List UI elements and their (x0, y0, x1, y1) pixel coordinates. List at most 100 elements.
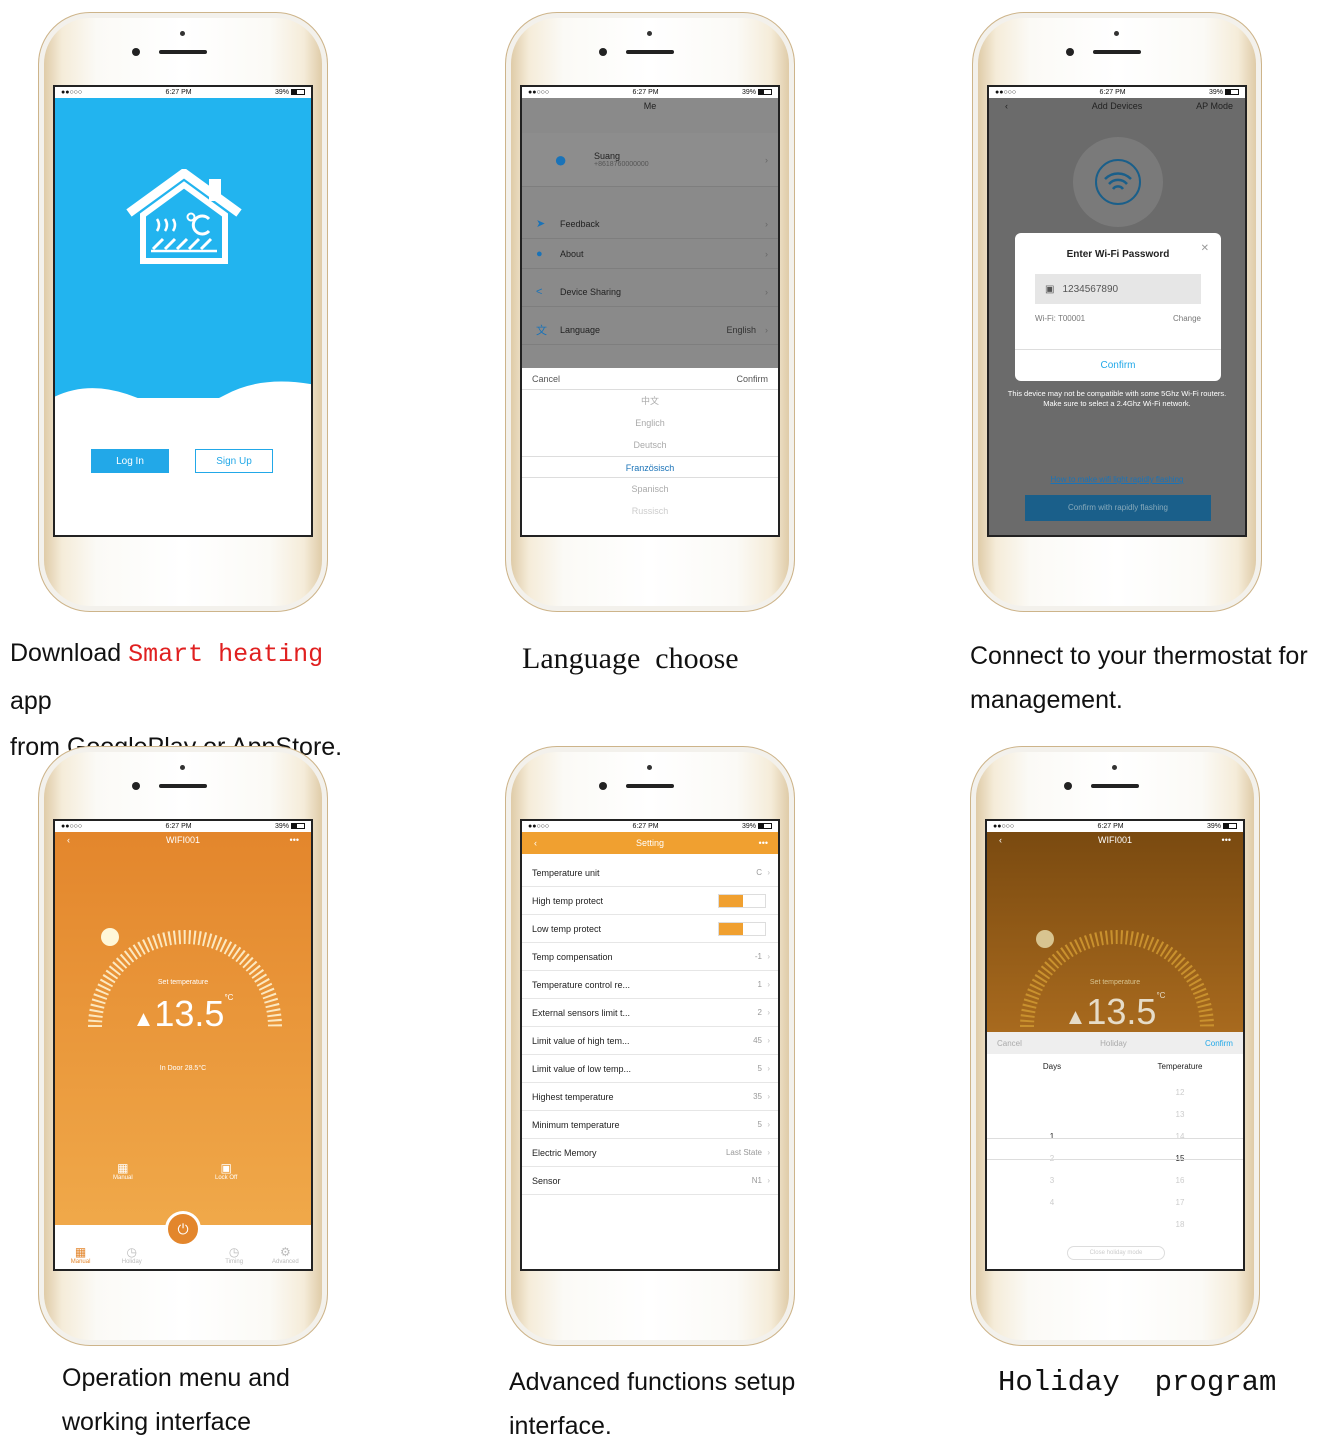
setting-row[interactable]: Limit value of high tem... 45 › (522, 1027, 778, 1055)
cancel-button[interactable]: Cancel (997, 1039, 1022, 1048)
confirm-button[interactable]: Confirm (736, 374, 768, 384)
setting-row[interactable]: Temp compensation -1 › (522, 943, 778, 971)
sheet-title: Holiday (1100, 1038, 1127, 1048)
setting-row[interactable]: Temperature unit C › (522, 859, 778, 887)
menu-item-device-sharing[interactable]: < Device Sharing › (522, 277, 778, 307)
setting-row[interactable]: Electric Memory Last State › (522, 1139, 778, 1167)
profile-name: Suang (594, 151, 621, 161)
timer-icon: ◷ (228, 1245, 240, 1259)
send-icon: ➤ (536, 218, 546, 230)
menu-item-language[interactable]: 文 Language English › (522, 315, 778, 345)
menu-item-about[interactable]: ● About › (522, 239, 778, 269)
language-picker: Cancel Confirm 中文 Englich Deutsch Französ… (522, 368, 778, 535)
speaker (626, 50, 674, 54)
setting-row[interactable]: Limit value of low temp... 5 › (522, 1055, 778, 1083)
battery-icon (1224, 89, 1239, 96)
rapid-flashing-button[interactable]: Confirm with rapidly flashing (1025, 495, 1211, 521)
signup-button[interactable]: Sign Up (195, 449, 273, 473)
thermostat-screen: ●●○○○ 6:27 PM 39% ‹ WIFI001 ••• Set temper… (53, 819, 313, 1271)
setting-row[interactable]: Sensor N1 › (522, 1167, 778, 1195)
close-holiday-button[interactable]: Close holiday mode (1067, 1246, 1165, 1260)
setting-row[interactable]: Temperature control re... 1 › (522, 971, 778, 999)
phone-frame: ●●○○○ 6:27 PM 39% ‹ Add Devices AP Mode En… (972, 12, 1262, 612)
battery-icon (757, 823, 772, 830)
language-option[interactable]: Englich (522, 412, 778, 434)
tab-manual[interactable]: ▦ Manual (61, 1245, 101, 1265)
more-icon[interactable]: ••• (290, 835, 299, 845)
tab-timing[interactable]: ◷ Timing (214, 1245, 254, 1265)
setting-row[interactable]: Minimum temperature 5 › (522, 1111, 778, 1139)
power-button[interactable]: ⏻ (165, 1211, 201, 1247)
confirm-button[interactable]: Confirm (1015, 349, 1221, 381)
device-name: WIFI001 (165, 835, 200, 845)
ap-mode-button[interactable]: AP Mode (1196, 101, 1233, 111)
temperature-readout: ▲13.5°C (132, 993, 234, 1034)
speaker (159, 784, 207, 788)
chevron-right-icon: › (767, 980, 770, 989)
caption-language: Language choose (522, 642, 739, 675)
holiday-screen: ●●○○○ 6:27 PM 39% ‹ WIFI001 ••• Set temper… (985, 819, 1245, 1271)
speaker (626, 784, 674, 788)
profile-row[interactable]: ● Suang +8618760000000 › (522, 133, 778, 187)
chevron-right-icon: › (765, 154, 768, 165)
camera (599, 782, 607, 790)
language-option-selected[interactable]: Französisch (522, 456, 778, 478)
language-option[interactable]: Spanisch (522, 478, 778, 500)
language-option[interactable]: Deutsch (522, 434, 778, 456)
status-bar: ●●○○○ 6:27 PM 39% (522, 821, 778, 832)
status-bar: ●●○○○ 6:27 PM 39% (522, 87, 778, 98)
more-icon[interactable]: ••• (759, 838, 768, 848)
clock-icon: ◷ (126, 1245, 138, 1259)
house-logo-icon (126, 169, 242, 264)
password-input[interactable]: ▣ 1234567890 (1035, 274, 1201, 304)
caption-operation: Operation menu and working interface (62, 1364, 290, 1436)
phone-frame: ●●○○○ 6:27 PM 39% ‹ Setting ••• Temperatur… (505, 746, 795, 1346)
cancel-button[interactable]: Cancel (532, 374, 560, 384)
confirm-button[interactable]: Confirm (1205, 1039, 1233, 1048)
setting-row: High temp protect (522, 887, 778, 915)
close-icon[interactable]: ✕ (1201, 243, 1209, 254)
setting-row[interactable]: Highest temperature 35 › (522, 1083, 778, 1111)
manual-icon: ▦ (74, 1245, 87, 1259)
setting-row: Low temp protect (522, 915, 778, 943)
language-option[interactable]: Russisch (522, 500, 778, 522)
status-bar: ●●○○○ 6:27 PM 39% (987, 821, 1243, 832)
compatibility-warning: This device may not be compatible with s… (1007, 389, 1227, 408)
battery-icon (290, 89, 305, 96)
phone-frame: ●●○○○ 6:27 PM 39% Log In Sign Up (38, 12, 328, 612)
help-link[interactable]: How to make wifi light rapidly flashing (989, 475, 1245, 484)
language-option[interactable]: 中文 (522, 390, 778, 412)
more-icon[interactable]: ••• (1222, 835, 1231, 845)
chevron-right-icon: › (765, 248, 768, 259)
network-name: Wi-Fi: T00001 (1035, 314, 1086, 323)
login-button[interactable]: Log In (91, 449, 169, 473)
chevron-right-icon: › (767, 1176, 770, 1185)
manual-button[interactable]: ▦ Manual (113, 1161, 133, 1181)
temperature-readout: ▲13.5°C (1064, 991, 1166, 1032)
phone-frame: ●●○○○ 6:27 PM 39% ‹ WIFI001 ••• Set temper… (970, 746, 1260, 1346)
menu-item-feedback[interactable]: ➤ Feedback › (522, 209, 778, 239)
set-temperature-label: Set temperature (157, 979, 209, 986)
translate-icon: 文 (536, 324, 547, 337)
lock-icon: ▣ (1045, 283, 1055, 295)
tab-holiday[interactable]: ◷ Holiday (112, 1245, 152, 1265)
speaker (159, 50, 207, 54)
setting-row[interactable]: External sensors limit t... 2 › (522, 999, 778, 1027)
back-arrow-icon[interactable]: ‹ (534, 838, 537, 848)
speaker (1091, 784, 1139, 788)
status-bar: ●●○○○ 6:27 PM 39% (989, 87, 1245, 98)
wifi-password-dialog: Enter Wi-Fi Password ✕ ▣ 1234567890 Wi-Fi… (1015, 233, 1221, 381)
status-bar: ●●○○○ 6:27 PM 39% (55, 821, 311, 832)
set-temperature-label: Set temperature (1089, 979, 1141, 986)
nav-bar: ‹ Setting ••• (522, 832, 778, 854)
tab-advanced[interactable]: ⚙ Advanced (265, 1245, 305, 1265)
high-temp-toggle[interactable] (718, 893, 766, 908)
power-icon: ⏻ (177, 1221, 189, 1237)
low-temp-toggle[interactable] (718, 921, 766, 936)
caption-connect: Connect to your thermostat for managemen… (970, 642, 1308, 714)
lock-button[interactable]: ▣ Lock Off (215, 1161, 237, 1181)
camera (1066, 48, 1074, 56)
chevron-right-icon: › (767, 1148, 770, 1157)
change-network-link[interactable]: Change (1173, 314, 1201, 323)
chevron-right-icon: › (765, 324, 768, 335)
